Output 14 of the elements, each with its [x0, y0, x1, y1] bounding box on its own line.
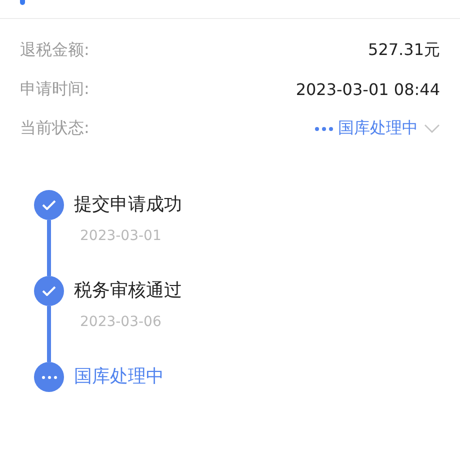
dots-icon: [315, 126, 333, 130]
field-value: 2023-03-01 08:44: [296, 80, 440, 99]
step-title: 税务审核通过: [74, 279, 182, 303]
status-value[interactable]: 国库处理中: [338, 118, 418, 139]
step-title: 提交申请成功: [74, 193, 182, 217]
field-label: 当前状态:: [20, 118, 90, 139]
field-label: 申请时间:: [20, 79, 90, 100]
step-title: 国库处理中: [74, 365, 164, 389]
section-marker: [20, 0, 25, 5]
step-date: 2023-03-06: [79, 314, 162, 330]
field-value: 527.31元: [368, 40, 440, 61]
step-date: 2023-03-01: [79, 228, 162, 244]
chevron-down-icon[interactable]: [424, 124, 440, 134]
field-label: 退税金额:: [20, 40, 90, 61]
